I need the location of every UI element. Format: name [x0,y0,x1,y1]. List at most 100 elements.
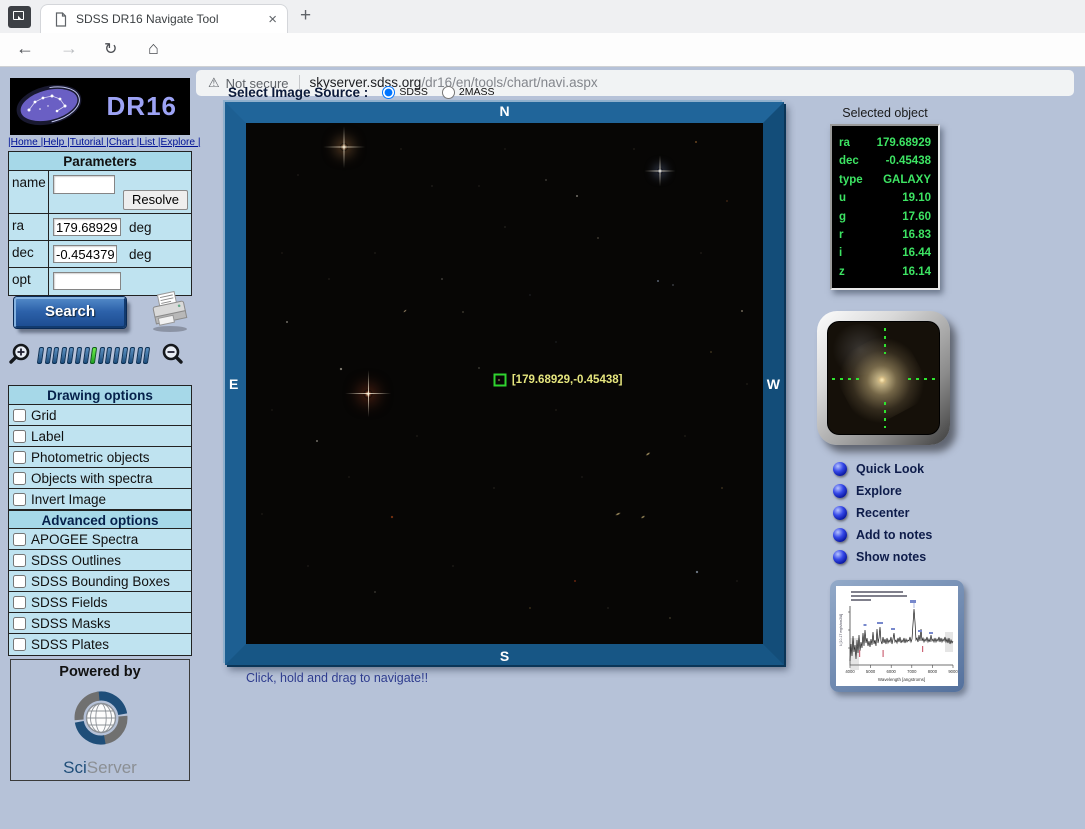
svg-text:8000: 8000 [928,669,938,674]
spectrum-thumbnail[interactable]: λ [10-17 erg/s/cm2/A] 4000 [836,586,958,686]
selected-object-panel: ra179.68929 dec-0.45438 typeGALAXY u19.1… [830,124,940,290]
logo-text: DR16 [107,91,177,122]
sciserver-wordmark[interactable]: SciServer [11,758,189,778]
masks-checkbox[interactable] [13,617,26,630]
tab-title: SDSS DR16 Navigate Tool [76,12,268,26]
object-z-row: z16.14 [839,263,931,281]
2mass-radio[interactable] [442,86,455,99]
ra-unit: deg [129,220,152,235]
close-tab-icon[interactable]: × [268,12,277,27]
opt-label: opt [9,268,49,295]
ra-input[interactable] [53,218,121,236]
option-spectra[interactable]: Objects with spectra [9,468,191,489]
nav-list[interactable]: |List [137,137,158,148]
selected-object-title: Selected object [830,106,940,120]
option-grid[interactable]: Grid [9,405,191,426]
sidebar-nav: |Home |Help |Tutorial |Chart |List |Expl… [8,137,196,148]
option-photometric[interactable]: Photometric objects [9,447,191,468]
zoom-slider-ticks[interactable] [38,344,158,366]
option-label[interactable]: Label [9,426,191,447]
outlines-checkbox[interactable] [13,554,26,567]
sky-image[interactable]: [179.68929,-0.45438] [246,123,763,644]
add-to-notes-button[interactable]: Add to notes [833,524,932,546]
object-r-row: r16.83 [839,226,931,244]
option-plates[interactable]: SDSS Plates [9,634,191,655]
explore-button[interactable]: Explore [833,480,932,502]
sdss-radio-label[interactable]: SDSS [399,86,428,98]
name-input[interactable] [53,175,115,194]
compass-east-label: E [229,376,238,392]
crosshair-right [908,378,935,380]
sphere-icon [833,462,847,476]
spectrum-plot: λ [10-17 erg/s/cm2/A] 4000 [836,586,958,686]
photometric-checkbox[interactable] [13,451,26,464]
nav-help[interactable]: |Help [41,137,67,148]
bounding-checkbox[interactable] [13,575,26,588]
page-favicon-icon [55,12,67,27]
name-label: name [9,171,49,213]
object-ra-row: ra179.68929 [839,134,931,152]
option-invert[interactable]: Invert Image [9,489,191,510]
forward-icon: → [60,38,78,59]
svg-text:9000: 9000 [948,669,958,674]
target-coordinates-label: [179.68929,-0.45438] [512,374,623,386]
recenter-button[interactable]: Recenter [833,502,932,524]
crosshair-top [884,328,886,355]
search-button[interactable]: Search [14,297,126,328]
spectra-checkbox[interactable] [13,472,26,485]
nav-home[interactable]: |Home [8,137,41,148]
object-thumbnail[interactable] [827,321,940,435]
powered-by-label: Powered by [11,664,189,680]
dec-label: dec [9,241,49,267]
zoom-slider [8,342,192,368]
option-bounding[interactable]: SDSS Bounding Boxes [9,571,191,592]
browser-toolbar: ← → ↻ ⌂ ⚠ Not secure skyserver.sdss.org/… [0,33,1085,67]
tab-actions-icon[interactable] [8,6,31,28]
plates-checkbox[interactable] [13,638,26,651]
invert-checkbox[interactable] [13,493,26,506]
spectrum-ylabel: λ [10-17 erg/s/cm2/A] [839,614,843,646]
browser-tab[interactable]: SDSS DR16 Navigate Tool × [40,4,288,33]
sdss-radio[interactable] [382,86,395,99]
browser-window: SDSS DR16 Navigate Tool × + ← → ↻ ⌂ ⚠ No… [0,0,1085,829]
sphere-icon [833,550,847,564]
apogee-checkbox[interactable] [13,533,26,546]
option-outlines[interactable]: SDSS Outlines [9,550,191,571]
back-icon[interactable]: ← [16,38,34,59]
option-masks[interactable]: SDSS Masks [9,613,191,634]
spectrum-xlabel: Wavelength [angstroms] [878,677,925,682]
zoom-in-icon[interactable] [8,342,32,366]
sciserver-logo-icon[interactable] [64,684,138,756]
sphere-icon [833,506,847,520]
powered-by-panel: Powered by SciServer [10,659,190,781]
show-notes-button[interactable]: Show notes [833,546,932,568]
object-u-row: u19.10 [839,189,931,207]
grid-checkbox[interactable] [13,409,26,422]
sphere-icon [833,528,847,542]
printer-icon[interactable] [146,291,192,333]
zoom-out-icon[interactable] [160,342,184,366]
home-icon[interactable]: ⌂ [148,38,159,59]
spectrum-x-ticks: 4000 5000 6000 7000 8000 9000 [845,669,958,674]
opt-input[interactable] [53,272,121,290]
option-apogee[interactable]: APOGEE Spectra [9,529,191,550]
refresh-icon[interactable]: ↻ [104,39,117,59]
resolve-button[interactable]: Resolve [123,190,188,210]
option-fields[interactable]: SDSS Fields [9,592,191,613]
object-g-row: g17.60 [839,208,931,226]
new-tab-button[interactable]: + [300,5,311,27]
nav-explore[interactable]: |Explore | [158,137,201,148]
object-i-row: i16.44 [839,244,931,262]
label-checkbox[interactable] [13,430,26,443]
nav-tutorial[interactable]: |Tutorial [67,137,106,148]
object-type-row: typeGALAXY [839,171,931,189]
fields-checkbox[interactable] [13,596,26,609]
svg-text:4000: 4000 [845,669,855,674]
quick-look-button[interactable]: Quick Look [833,458,932,480]
object-thumbnail-frame [817,311,950,445]
sphere-icon [833,484,847,498]
parameters-panel: Parameters name Resolve ra deg dec deg o… [8,151,192,296]
dec-input[interactable] [53,245,117,263]
2mass-radio-label[interactable]: 2MASS [459,86,495,98]
nav-chart[interactable]: |Chart [106,137,136,148]
